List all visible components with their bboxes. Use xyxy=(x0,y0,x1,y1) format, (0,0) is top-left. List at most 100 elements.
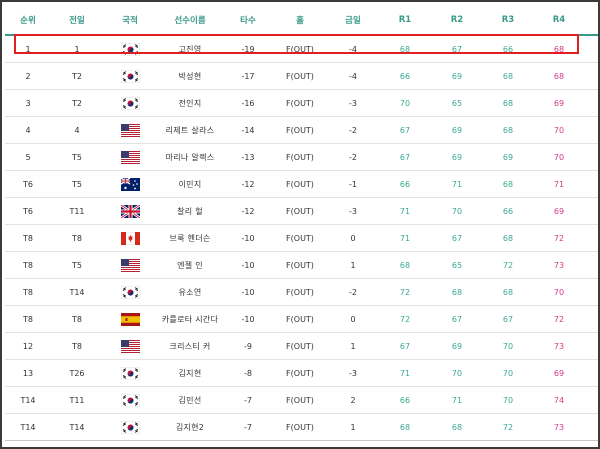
table-row[interactable]: 12T8 크리스티 커-9F(OUT)167697073279 xyxy=(5,332,598,360)
table-row[interactable]: 13T26김지현-8F(OUT)-371707069280 xyxy=(5,359,598,387)
table-row[interactable]: 44 리제트 살라스-14F(OUT)-267696870274 xyxy=(5,116,598,144)
country-cell xyxy=(103,197,157,225)
total-score: 274 xyxy=(585,116,598,144)
table-row[interactable]: T6T11 찰리 헐-12F(OUT)-371706669276 xyxy=(5,197,598,225)
prev-rank-cell: T26 xyxy=(51,359,103,387)
r1-score: 72 xyxy=(379,278,431,306)
player-name: 크리스티 커 xyxy=(157,332,223,360)
rank-cell: T14 xyxy=(5,413,51,441)
prev-rank-cell: T2 xyxy=(51,62,103,90)
total-par-cell: -16 xyxy=(223,89,273,117)
total-par-cell: -10 xyxy=(223,278,273,306)
hole-cell: F(OUT) xyxy=(273,359,327,387)
header-name[interactable]: 선수이름 xyxy=(157,5,223,36)
r3-score: 66 xyxy=(483,35,533,63)
total-par-cell: -12 xyxy=(223,170,273,198)
r3-score: 66 xyxy=(483,197,533,225)
today-score-cell: -4 xyxy=(327,62,379,90)
hole-cell: F(OUT) xyxy=(273,305,327,333)
us-flag xyxy=(120,123,140,137)
hole-cell: F(OUT) xyxy=(273,116,327,144)
total-score: 275 xyxy=(585,143,598,171)
r2-score: 70 xyxy=(431,359,483,387)
header-r1[interactable]: R1 xyxy=(379,5,431,36)
table-row[interactable]: T8T14유소연-10F(OUT)-272686870278 xyxy=(5,278,598,306)
table-row[interactable]: T14T11 김민선-7F(OUT)266717074281 xyxy=(5,386,598,414)
header-r4[interactable]: R4 xyxy=(533,5,585,36)
rank-cell: 1 xyxy=(5,35,51,63)
total-par-cell: -8 xyxy=(223,359,273,387)
country-cell xyxy=(103,170,157,198)
r2-score: 67 xyxy=(431,35,483,63)
today-score-cell: -2 xyxy=(327,278,379,306)
total-score: 272 xyxy=(585,89,598,117)
prev-rank-cell: T8 xyxy=(51,224,103,252)
today-score-cell: 0 xyxy=(327,224,379,252)
kr-flag xyxy=(120,285,140,299)
hole-cell: F(OUT) xyxy=(273,386,327,414)
table-row[interactable]: T8T8카를로타 시간다-10F(OUT)072676772278 xyxy=(5,305,598,333)
player-name: 전인지 xyxy=(157,89,223,117)
r2-score: 69 xyxy=(431,62,483,90)
r4-score: 74 xyxy=(533,386,585,414)
rank-cell: T14 xyxy=(5,386,51,414)
table-row[interactable]: 2T2박성현-17F(OUT)-466696868271 xyxy=(5,62,598,90)
prev-rank-cell: T5 xyxy=(51,170,103,198)
table-row[interactable]: 5T5마리나 알렉스-13F(OUT)-267696970275 xyxy=(5,143,598,171)
r4-score: 72 xyxy=(533,224,585,252)
rank-cell: T6 xyxy=(5,197,51,225)
today-score-cell: -3 xyxy=(327,89,379,117)
table-row[interactable]: 11고진영-19F(OUT)-468676668269 xyxy=(5,35,598,63)
today-score-cell: 2 xyxy=(327,386,379,414)
us-flag xyxy=(120,150,140,164)
rank-cell: 12 xyxy=(5,332,51,360)
country-cell xyxy=(103,251,157,279)
header-hole[interactable]: 홀 xyxy=(273,5,327,36)
table-row[interactable]: 3T2 전인지-16F(OUT)-370656869272 xyxy=(5,89,598,117)
hole-cell: F(OUT) xyxy=(273,413,327,441)
player-name: 엔젤 인 xyxy=(157,251,223,279)
today-score-cell: -2 xyxy=(327,143,379,171)
header-total[interactable]: 합계 xyxy=(585,5,598,36)
r4-score: 69 xyxy=(533,89,585,117)
header-total-par[interactable]: 타수 xyxy=(223,5,273,36)
kr-flag xyxy=(120,42,140,56)
r4-score: 69 xyxy=(533,359,585,387)
hole-cell: F(OUT) xyxy=(273,143,327,171)
r2-score: 67 xyxy=(431,305,483,333)
today-score-cell: -4 xyxy=(327,35,379,63)
prev-rank-cell: T14 xyxy=(51,413,103,441)
player-name: 브룩 헨더슨 xyxy=(157,224,223,252)
header-r2[interactable]: R2 xyxy=(431,5,483,36)
table-row[interactable]: T8T8 브룩 헨더슨-10F(OUT)071676872278 xyxy=(5,224,598,252)
today-score-cell: 1 xyxy=(327,413,379,441)
us-flag xyxy=(120,258,140,272)
table-row[interactable]: T6T5이민지-12F(OUT)-166716871276 xyxy=(5,170,598,198)
header-today[interactable]: 금일 xyxy=(327,5,379,36)
header-prev[interactable]: 전일 xyxy=(51,5,103,36)
player-name: 리제트 살라스 xyxy=(157,116,223,144)
header-r3[interactable]: R3 xyxy=(483,5,533,36)
player-name: 고진영 xyxy=(157,35,223,63)
total-score: 276 xyxy=(585,170,598,198)
total-score: 280 xyxy=(585,359,598,387)
total-par-cell: -10 xyxy=(223,305,273,333)
r2-score: 69 xyxy=(431,332,483,360)
player-name: 박성현 xyxy=(157,62,223,90)
r3-score: 68 xyxy=(483,224,533,252)
table-row[interactable]: T8T5 엔젤 인-10F(OUT)168657273278 xyxy=(5,251,598,279)
r2-score: 65 xyxy=(431,89,483,117)
header-country[interactable]: 국적 xyxy=(103,5,157,36)
kr-flag xyxy=(120,420,140,434)
table-row[interactable]: T14T14김지현2-7F(OUT)168687273281 xyxy=(5,413,598,441)
total-par-cell: -9 xyxy=(223,332,273,360)
ca-flag xyxy=(120,231,140,245)
country-cell xyxy=(103,116,157,144)
header-rank[interactable]: 순위 xyxy=(5,5,51,36)
r3-score: 68 xyxy=(483,116,533,144)
today-score-cell: 0 xyxy=(327,305,379,333)
us-flag xyxy=(120,339,140,353)
r3-score: 68 xyxy=(483,170,533,198)
today-score-cell: -3 xyxy=(327,359,379,387)
header-row: 순위 전일 국적 선수이름 타수 홀 금일 R1 R2 R3 R4 합계 xyxy=(5,5,598,36)
